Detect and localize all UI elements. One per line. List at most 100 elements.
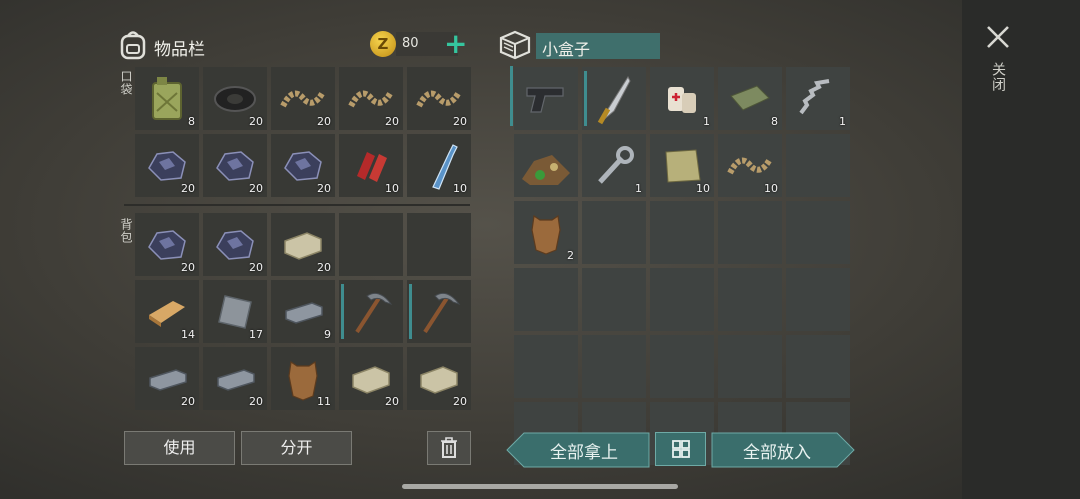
item-slot[interactable] [339, 280, 403, 343]
durability-bar [584, 71, 587, 126]
item-count: 9 [324, 328, 331, 341]
item-slot[interactable]: 20 [203, 134, 267, 197]
item-slot[interactable] [514, 134, 578, 197]
item-slot[interactable] [786, 134, 850, 197]
item-count: 10 [696, 182, 710, 195]
item-slot[interactable]: 9 [271, 280, 335, 343]
item-count: 2 [567, 249, 574, 262]
side-panel [962, 0, 1080, 499]
item-slot[interactable] [582, 335, 646, 398]
trash-icon [440, 437, 458, 463]
item-slot[interactable]: 20 [271, 67, 335, 130]
item-slot[interactable]: 20 [203, 213, 267, 276]
item-slot[interactable]: 14 [135, 280, 199, 343]
item-count: 10 [764, 182, 778, 195]
item-count: 10 [385, 182, 399, 195]
item-slot[interactable] [786, 268, 850, 331]
food-pile-icon [514, 134, 578, 197]
item-slot[interactable] [718, 201, 782, 264]
item-slot[interactable]: 20 [407, 347, 471, 410]
item-slot[interactable]: 2 [514, 201, 578, 264]
item-count: 20 [249, 182, 263, 195]
add-coins-button[interactable]: + [444, 30, 467, 58]
item-slot[interactable]: 10 [650, 134, 714, 197]
item-slot[interactable]: 1 [786, 67, 850, 130]
item-slot[interactable] [582, 201, 646, 264]
item-slot[interactable] [514, 67, 578, 130]
item-slot[interactable]: 10 [407, 134, 471, 197]
item-count: 20 [181, 395, 195, 408]
item-count: 8 [188, 115, 195, 128]
backpack-icon [118, 28, 148, 60]
item-slot[interactable]: 1 [650, 67, 714, 130]
item-slot[interactable] [718, 268, 782, 331]
item-count: 11 [317, 395, 331, 408]
item-count: 20 [181, 182, 195, 195]
item-count: 20 [385, 115, 399, 128]
item-count: 20 [317, 261, 331, 274]
item-count: 14 [181, 328, 195, 341]
item-slot[interactable]: 17 [203, 280, 267, 343]
pickaxe-icon [339, 280, 403, 343]
item-count: 20 [317, 182, 331, 195]
sort-button[interactable] [655, 432, 706, 466]
item-count: 20 [453, 395, 467, 408]
item-slot[interactable] [650, 268, 714, 331]
item-slot[interactable] [339, 213, 403, 276]
item-slot[interactable]: 10 [339, 134, 403, 197]
item-slot[interactable]: 20 [203, 67, 267, 130]
item-slot[interactable] [650, 201, 714, 264]
item-slot[interactable]: 20 [135, 347, 199, 410]
item-slot[interactable]: 20 [271, 134, 335, 197]
put-all-button[interactable]: 全部放入 [712, 438, 842, 463]
item-count: 1 [839, 115, 846, 128]
item-slot[interactable]: 20 [203, 347, 267, 410]
durability-bar [409, 284, 412, 339]
box-icon [498, 28, 532, 60]
item-count: 1 [635, 182, 642, 195]
item-count: 1 [703, 115, 710, 128]
item-count: 17 [249, 328, 263, 341]
box-title: 小盒子 [542, 40, 591, 59]
item-slot[interactable] [786, 335, 850, 398]
grid-icon [671, 440, 691, 464]
item-slot[interactable] [582, 268, 646, 331]
item-slot[interactable]: 11 [271, 347, 335, 410]
item-slot[interactable] [786, 201, 850, 264]
divider [124, 204, 470, 206]
item-slot[interactable]: 20 [135, 213, 199, 276]
item-slot[interactable] [514, 335, 578, 398]
box-title-field[interactable]: 小盒子 [536, 33, 660, 59]
item-slot[interactable]: 20 [271, 213, 335, 276]
item-slot[interactable] [407, 213, 471, 276]
machete-icon [582, 67, 646, 130]
item-count: 20 [249, 115, 263, 128]
item-slot[interactable]: 10 [718, 134, 782, 197]
box-scrollbar[interactable] [510, 66, 513, 126]
close-label[interactable]: 关闭 [988, 62, 1008, 92]
take-all-button[interactable]: 全部拿上 [520, 438, 648, 463]
item-slot[interactable] [650, 335, 714, 398]
split-button[interactable]: 分开 [241, 431, 352, 465]
use-button[interactable]: 使用 [124, 431, 235, 465]
item-count: 20 [181, 261, 195, 274]
trash-button[interactable] [427, 431, 471, 465]
item-slot[interactable]: 20 [339, 67, 403, 130]
item-slot[interactable]: 8 [718, 67, 782, 130]
item-count: 20 [249, 261, 263, 274]
item-slot[interactable] [582, 67, 646, 130]
item-slot[interactable] [514, 268, 578, 331]
item-slot[interactable]: 20 [407, 67, 471, 130]
item-slot[interactable]: 20 [135, 134, 199, 197]
home-indicator [402, 484, 678, 489]
item-count: 20 [453, 115, 467, 128]
item-slot[interactable]: 1 [582, 134, 646, 197]
close-icon[interactable] [985, 24, 1011, 50]
pocket-label: 口袋 [119, 70, 133, 96]
pickaxe-icon [407, 280, 471, 343]
item-slot[interactable]: 8 [135, 67, 199, 130]
inventory-title: 物品栏 [154, 40, 205, 60]
item-slot[interactable] [718, 335, 782, 398]
item-slot[interactable]: 20 [339, 347, 403, 410]
item-slot[interactable] [407, 280, 471, 343]
